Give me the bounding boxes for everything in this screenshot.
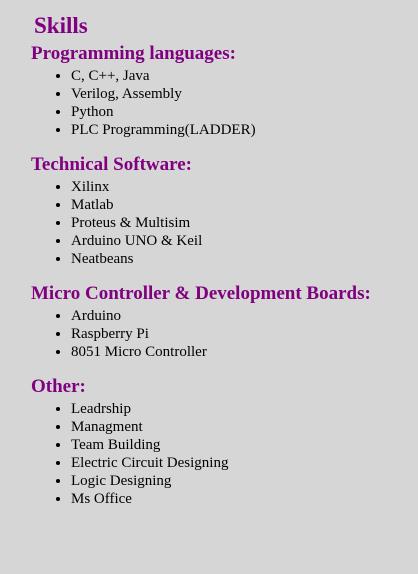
list-item: Python <box>71 103 418 121</box>
list-item: 8051 Micro Controller <box>71 343 418 361</box>
section-heading: Technical Software: <box>31 154 192 175</box>
skills-page: Skills Programming languages: C, C++, Ja… <box>0 0 418 574</box>
list-item: Proteus & Multisim <box>71 214 418 232</box>
section-micro-controller-boards: Micro Controller & Development Boards: A… <box>0 282 418 361</box>
list-item: Ms Office <box>71 490 418 508</box>
skills-list: C, C++, Java Verilog, Assembly Python PL… <box>0 67 418 139</box>
skills-list: Xilinx Matlab Proteus & Multisim Arduino… <box>0 178 418 268</box>
section-programming-languages: Programming languages: C, C++, Java Veri… <box>0 42 418 139</box>
list-item: Raspberry Pi <box>71 325 418 343</box>
list-item: Logic Designing <box>71 472 418 490</box>
list-item: C, C++, Java <box>71 67 418 85</box>
list-item: Leadrship <box>71 400 418 418</box>
list-item: Arduino UNO & Keil <box>71 232 418 250</box>
list-item: Managment <box>71 418 418 436</box>
list-item: Team Building <box>71 436 418 454</box>
list-item: PLC Programming(LADDER) <box>71 121 418 139</box>
section-heading: Other: <box>31 376 86 397</box>
section-technical-software: Technical Software: Xilinx Matlab Proteu… <box>0 153 418 268</box>
section-heading: Micro Controller & Development Boards: <box>31 283 371 304</box>
skills-list: Arduino Raspberry Pi 8051 Micro Controll… <box>0 307 418 361</box>
list-item: Verilog, Assembly <box>71 85 418 103</box>
skills-list: Leadrship Managment Team Building Electr… <box>0 400 418 508</box>
section-heading: Programming languages: <box>31 43 236 64</box>
list-item: Arduino <box>71 307 418 325</box>
list-item: Xilinx <box>71 178 418 196</box>
list-item: Matlab <box>71 196 418 214</box>
list-item: Electric Circuit Designing <box>71 454 418 472</box>
page-title: Skills <box>34 13 88 38</box>
section-other: Other: Leadrship Managment Team Building… <box>0 375 418 508</box>
list-item: Neatbeans <box>71 250 418 268</box>
